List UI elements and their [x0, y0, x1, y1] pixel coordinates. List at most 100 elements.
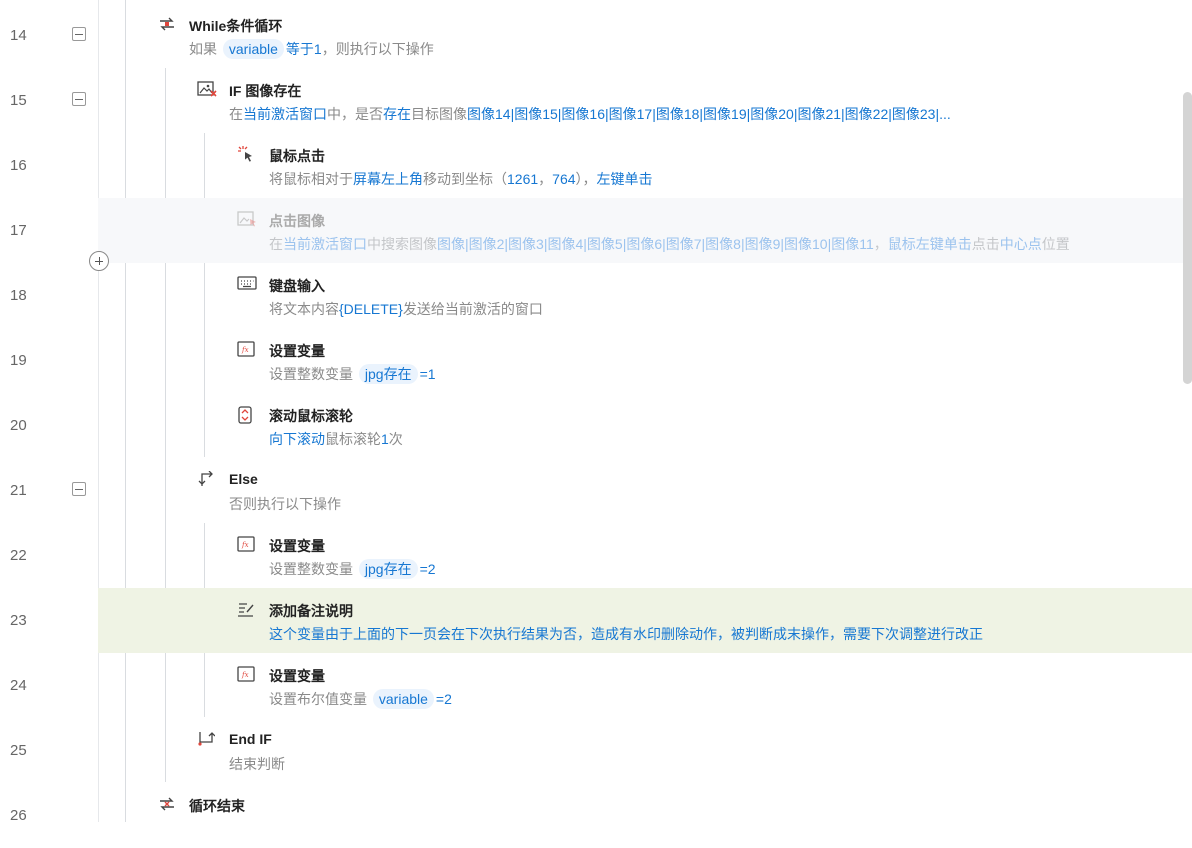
- param-link[interactable]: 向下滚动: [269, 431, 325, 447]
- desc-text: ），: [575, 171, 597, 187]
- desc-text: 位置: [1041, 236, 1070, 252]
- step-row-21[interactable]: 21 Else 否则执行以下操作: [0, 458, 1192, 523]
- set-variable-icon: fx: [237, 341, 255, 357]
- variable-tag[interactable]: variable: [372, 689, 434, 709]
- svg-text:fx: fx: [241, 346, 249, 354]
- param-link[interactable]: 左键单击: [597, 171, 653, 187]
- param-link[interactable]: 1261: [507, 171, 538, 187]
- desc-text: 中搜索图像: [367, 236, 437, 252]
- param-link[interactable]: 当前激活窗口: [243, 106, 327, 122]
- step-row-24[interactable]: 24 fx 设置变量设置布尔值变量 variable =2: [0, 653, 1192, 718]
- step-row-23[interactable]: 23 添加备注说明 这个变量由于上面的下一页会在下次执行结果为否，造成有水印删除动作…: [10, 588, 1192, 653]
- line-number: 20: [10, 417, 27, 434]
- step-row-18[interactable]: 18 键盘输入 将文本内容{DELETE}发送给当前激活的窗口: [0, 263, 1192, 328]
- param-link[interactable]: 图像14|图像15|图像16|图像17|图像18|图像19|图像20|图像21|…: [467, 106, 951, 122]
- step-description: 这个变量由于上面的下一页会在下次执行结果为否，造成有水印删除动作，被判断成末操作…: [269, 624, 983, 644]
- param-link[interactable]: 等于1: [286, 41, 322, 57]
- scroll-wheel-icon: [237, 406, 255, 424]
- desc-text: 移动到坐标（: [423, 171, 507, 187]
- desc-text: 中，是否: [327, 106, 383, 122]
- line-number: 17: [10, 222, 27, 239]
- param-link[interactable]: 图像|图像2|图像3|图像4|图像5|图像6|图像7|图像8|图像9|图像10|…: [437, 236, 874, 252]
- mouse-click-icon: [237, 146, 255, 162]
- step-title: 键盘输入: [269, 278, 325, 294]
- desc-text: 次: [388, 431, 403, 447]
- variable-tag[interactable]: jpg存在: [358, 364, 418, 384]
- step-title: While条件循环: [189, 18, 283, 34]
- line-number: 15: [10, 92, 27, 109]
- add-step-button[interactable]: [89, 251, 109, 271]
- collapse-toggle[interactable]: [72, 92, 86, 106]
- line-number: 21: [10, 482, 27, 499]
- step-description: 在当前激活窗口中搜索图像图像|图像2|图像3|图像4|图像5|图像6|图像7|图…: [269, 234, 1070, 254]
- step-row-14[interactable]: 14 While条件循环 如果 variable 等于1，则执行以下操作: [0, 3, 1192, 68]
- line-number: 18: [10, 287, 27, 304]
- param-link[interactable]: =2: [420, 561, 436, 577]
- desc-text: 结束判断: [229, 756, 285, 772]
- set-variable-icon: fx: [237, 666, 255, 682]
- loop-icon: [158, 16, 176, 32]
- param-link[interactable]: =2: [436, 691, 452, 707]
- step-title: 点击图像: [269, 213, 325, 229]
- param-link[interactable]: =1: [420, 366, 436, 382]
- param-link[interactable]: 1: [381, 431, 389, 447]
- step-row-25[interactable]: 25 End IF 结束判断: [0, 718, 1192, 783]
- vertical-scrollbar[interactable]: [1183, 92, 1192, 384]
- step-title: 循环结束: [189, 798, 245, 814]
- variable-tag[interactable]: jpg存在: [358, 559, 418, 579]
- svg-text:fx: fx: [241, 671, 249, 679]
- line-number: 26: [10, 807, 27, 824]
- line-number: 22: [10, 547, 27, 564]
- step-description: 向下滚动鼠标滚轮1次: [269, 429, 403, 449]
- line-number: 14: [10, 27, 27, 44]
- image-exists-icon: [197, 81, 217, 97]
- loop-end-icon: [158, 796, 176, 812]
- desc-text: 目标图像: [411, 106, 467, 122]
- note-icon: [237, 601, 255, 617]
- step-row-26[interactable]: 26 循环结束: [0, 783, 1192, 848]
- step-row-20[interactable]: 20 滚动鼠标滚轮 向下滚动鼠标滚轮1次: [0, 393, 1192, 458]
- click-image-icon: [237, 211, 256, 227]
- collapse-toggle[interactable]: [72, 482, 86, 496]
- param-link[interactable]: {DELETE}: [339, 301, 403, 317]
- step-title: End IF: [229, 731, 272, 747]
- line-number: 16: [10, 157, 27, 174]
- step-description: 设置布尔值变量 variable =2: [269, 689, 452, 709]
- step-row-17[interactable]: 17 点击图像在当前激活窗口中搜索图像图像|图像2|图像3|图像4|图像5|图像6…: [10, 198, 1192, 263]
- step-title: IF 图像存在: [229, 83, 302, 99]
- desc-text: 否则执行以下操作: [229, 496, 341, 512]
- desc-text: 将鼠标相对于: [269, 171, 353, 187]
- step-row-16[interactable]: 16 鼠标点击 将鼠标相对于屏幕左上角移动到坐标（1261，764），左键单击: [0, 133, 1192, 198]
- step-title: 设置变量: [269, 668, 325, 684]
- step-description: 设置整数变量 jpg存在 =2: [269, 559, 436, 579]
- param-link[interactable]: 当前激活窗口: [283, 236, 367, 252]
- variable-tag[interactable]: variable: [222, 39, 284, 59]
- step-description: 否则执行以下操作: [229, 494, 341, 514]
- end-if-icon: [197, 731, 215, 747]
- desc-text: 设置整数变量: [269, 561, 357, 577]
- keyboard-icon: [237, 276, 257, 292]
- param-link[interactable]: 鼠标左键单击: [888, 236, 972, 252]
- step-title: 设置变量: [269, 538, 325, 554]
- param-link[interactable]: 存在: [383, 106, 411, 122]
- line-number: 24: [10, 677, 27, 694]
- desc-text: 设置整数变量: [269, 366, 357, 382]
- step-row-19[interactable]: 19 fx 设置变量 设置整数变量 jpg存在 =1: [0, 328, 1192, 393]
- desc-text: 鼠标滚轮: [325, 431, 381, 447]
- param-link[interactable]: 中心点: [1000, 236, 1042, 252]
- step-description: 在当前激活窗口中，是否存在目标图像图像14|图像15|图像16|图像17|图像1…: [229, 104, 951, 124]
- param-link[interactable]: 屏幕左上角: [353, 171, 423, 187]
- step-row-15[interactable]: 15 IF 图像存在在当前激活窗口中，是否存在目标图像图像14|图像15|图像16…: [0, 68, 1192, 133]
- step-row-22[interactable]: 22 fx 设置变量 设置整数变量 jpg存在 =2: [0, 523, 1192, 588]
- param-link[interactable]: 764: [552, 171, 575, 187]
- desc-text: 设置布尔值变量: [269, 691, 371, 707]
- desc-text: ，则执行以下操作: [321, 41, 434, 57]
- step-description: 如果 variable 等于1，则执行以下操作: [189, 39, 434, 59]
- step-title: Else: [229, 471, 258, 487]
- line-number: 23: [10, 612, 27, 629]
- desc-text: 如果: [189, 41, 221, 57]
- param-link[interactable]: 这个变量由于上面的下一页会在下次执行结果为否，造成有水印删除动作，被判断成末操作…: [269, 626, 983, 642]
- desc-text: ，: [538, 171, 553, 187]
- collapse-toggle[interactable]: [72, 27, 86, 41]
- desc-text: 将文本内容: [269, 301, 339, 317]
